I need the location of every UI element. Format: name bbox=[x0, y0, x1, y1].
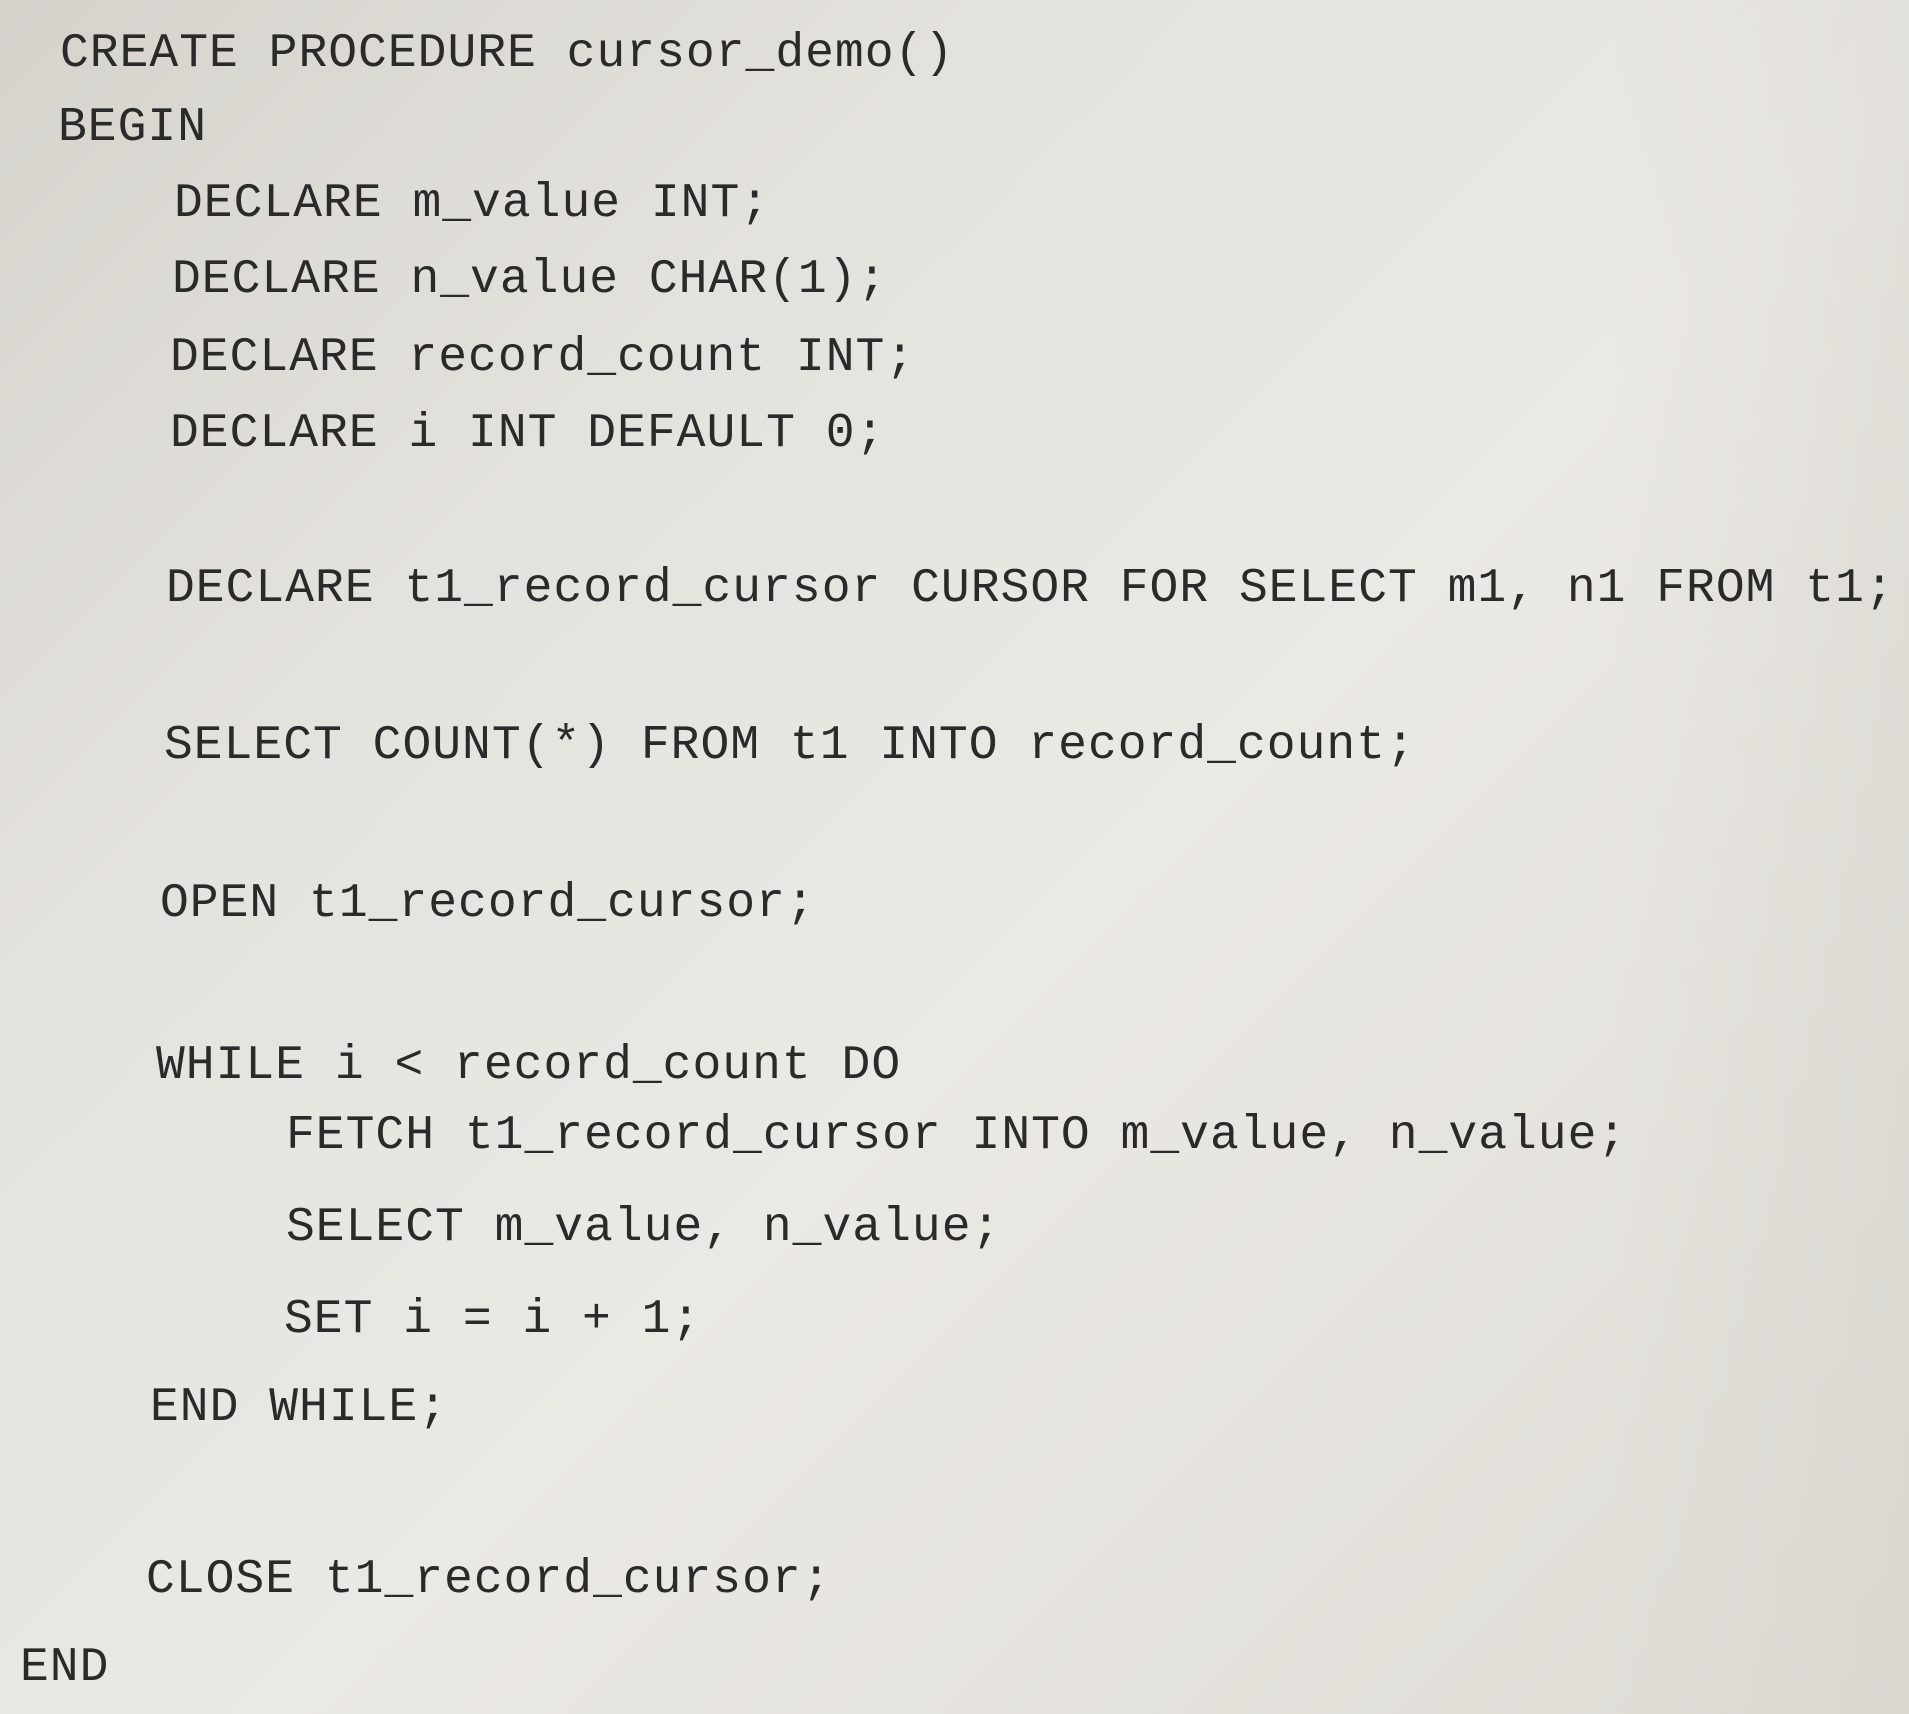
code-line-select-values: SELECT m_value, n_value; bbox=[286, 1201, 1002, 1255]
book-page: CREATE PROCEDURE cursor_demo() BEGIN DEC… bbox=[0, 0, 1909, 1714]
code-line-declare-n-value: DECLARE n_value CHAR(1); bbox=[172, 253, 888, 307]
code-line-declare-record-count: DECLARE record_count INT; bbox=[170, 331, 916, 385]
code-line-end-while: END WHILE; bbox=[150, 1381, 449, 1435]
code-line-close-cursor: CLOSE t1_record_cursor; bbox=[146, 1553, 832, 1607]
code-line-while: WHILE i < record_count DO bbox=[156, 1039, 902, 1093]
code-line-declare-cursor: DECLARE t1_record_cursor CURSOR FOR SELE… bbox=[166, 562, 1895, 616]
code-line-create-procedure: CREATE PROCEDURE cursor_demo() bbox=[60, 27, 955, 81]
code-line-fetch: FETCH t1_record_cursor INTO m_value, n_v… bbox=[286, 1109, 1628, 1163]
code-line-end: END bbox=[20, 1641, 110, 1695]
code-line-declare-m-value: DECLARE m_value INT; bbox=[174, 177, 771, 231]
code-line-open-cursor: OPEN t1_record_cursor; bbox=[160, 877, 816, 931]
code-line-declare-i: DECLARE i INT DEFAULT 0; bbox=[170, 407, 886, 461]
code-line-set-increment: SET i = i + 1; bbox=[284, 1293, 702, 1347]
code-line-select-count: SELECT COUNT(*) FROM t1 INTO record_coun… bbox=[164, 719, 1416, 773]
code-line-begin: BEGIN bbox=[58, 101, 208, 155]
sql-code-listing: CREATE PROCEDURE cursor_demo() BEGIN DEC… bbox=[0, 0, 1909, 1714]
